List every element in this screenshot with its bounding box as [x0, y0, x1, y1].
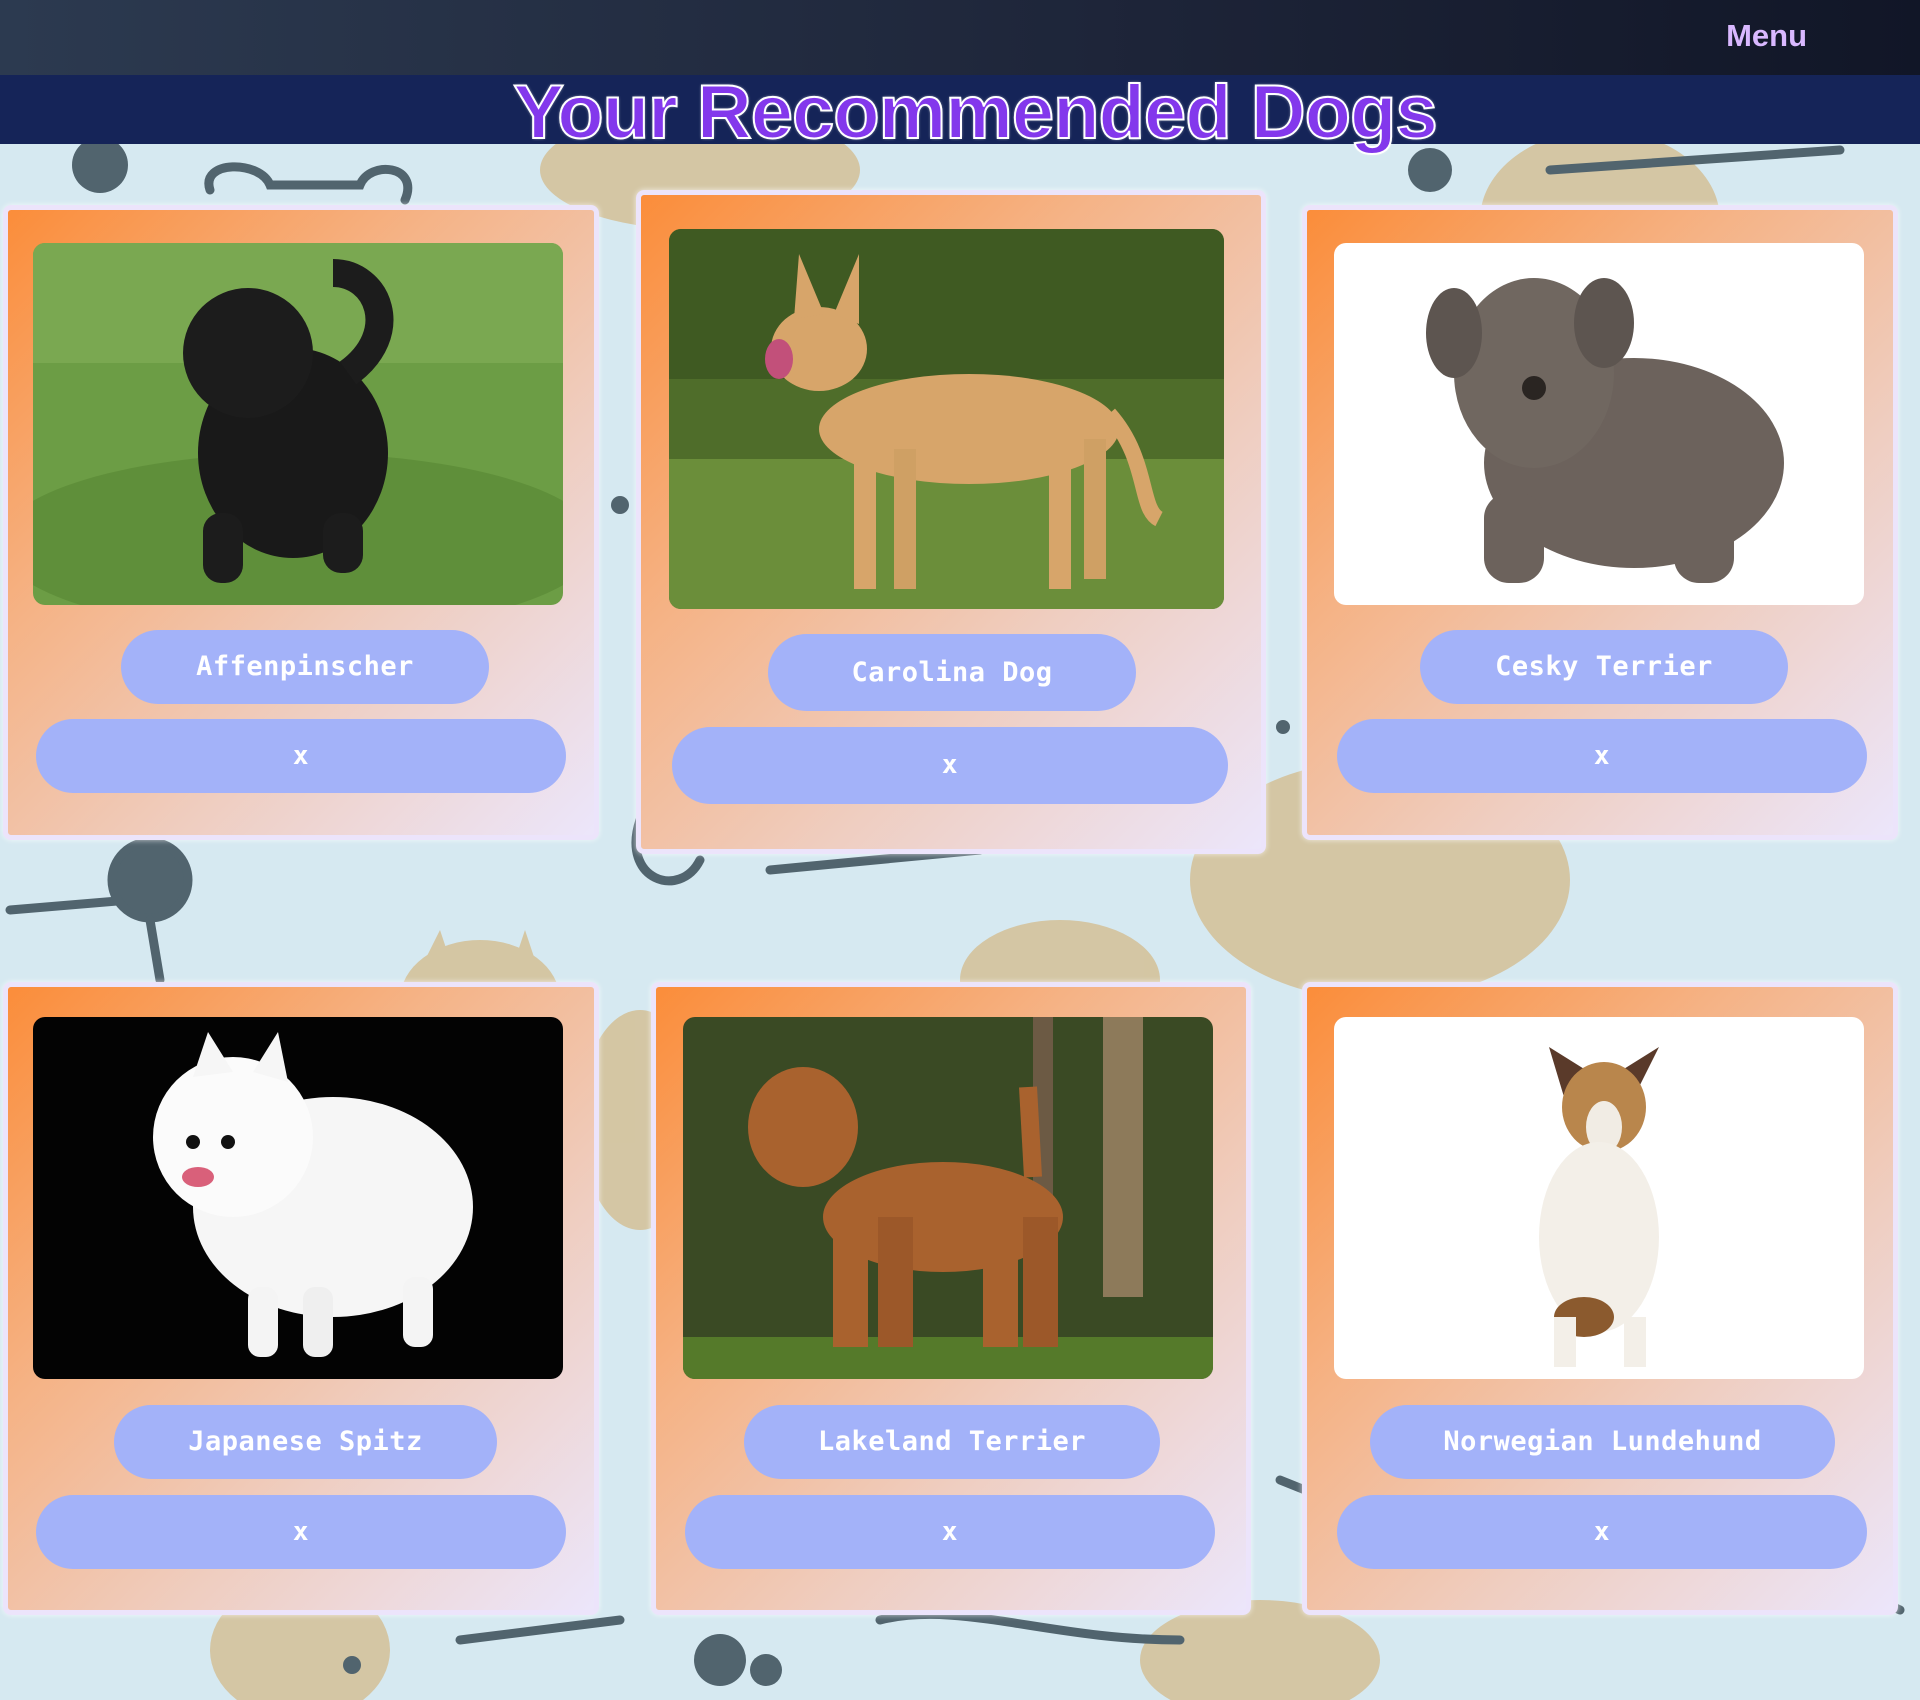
lakeland-terrier-photo	[683, 1017, 1213, 1379]
remove-dog-button[interactable]: x	[36, 719, 566, 793]
page-title: Your Recommended Dogs	[512, 69, 1439, 156]
dog-card: Japanese Spitz x	[3, 982, 599, 1615]
dog-card: Norwegian Lundehund x	[1302, 982, 1898, 1615]
menu-link[interactable]: Menu	[1726, 18, 1807, 54]
norwegian-lundehund-photo	[1334, 1017, 1864, 1379]
affenpinscher-photo	[33, 243, 563, 605]
japanese-spitz-photo	[33, 1017, 563, 1379]
cesky-terrier-photo	[1334, 243, 1864, 605]
carolina-dog-photo	[669, 229, 1224, 609]
dog-card: Lakeland Terrier x	[651, 982, 1251, 1615]
remove-dog-button[interactable]: x	[672, 727, 1228, 804]
remove-dog-button[interactable]: x	[685, 1495, 1215, 1569]
remove-dog-button[interactable]: x	[1337, 719, 1867, 793]
dog-name-pill[interactable]: Lakeland Terrier	[744, 1405, 1160, 1479]
remove-dog-button[interactable]: x	[1337, 1495, 1867, 1569]
top-navbar: Menu	[0, 0, 1920, 75]
dog-name-pill[interactable]: Affenpinscher	[121, 630, 489, 704]
remove-dog-button[interactable]: x	[36, 1495, 566, 1569]
dog-card: Affenpinscher x	[3, 205, 599, 840]
dog-name-pill[interactable]: Japanese Spitz	[114, 1405, 497, 1479]
dog-name-pill[interactable]: Carolina Dog	[768, 634, 1136, 711]
title-banner: Your Recommended Dogs	[0, 69, 1920, 156]
dog-name-pill[interactable]: Cesky Terrier	[1420, 630, 1788, 704]
dog-card: Cesky Terrier x	[1302, 205, 1898, 840]
dog-card: Carolina Dog x	[636, 190, 1266, 854]
dog-name-pill[interactable]: Norwegian Lundehund	[1370, 1405, 1835, 1479]
